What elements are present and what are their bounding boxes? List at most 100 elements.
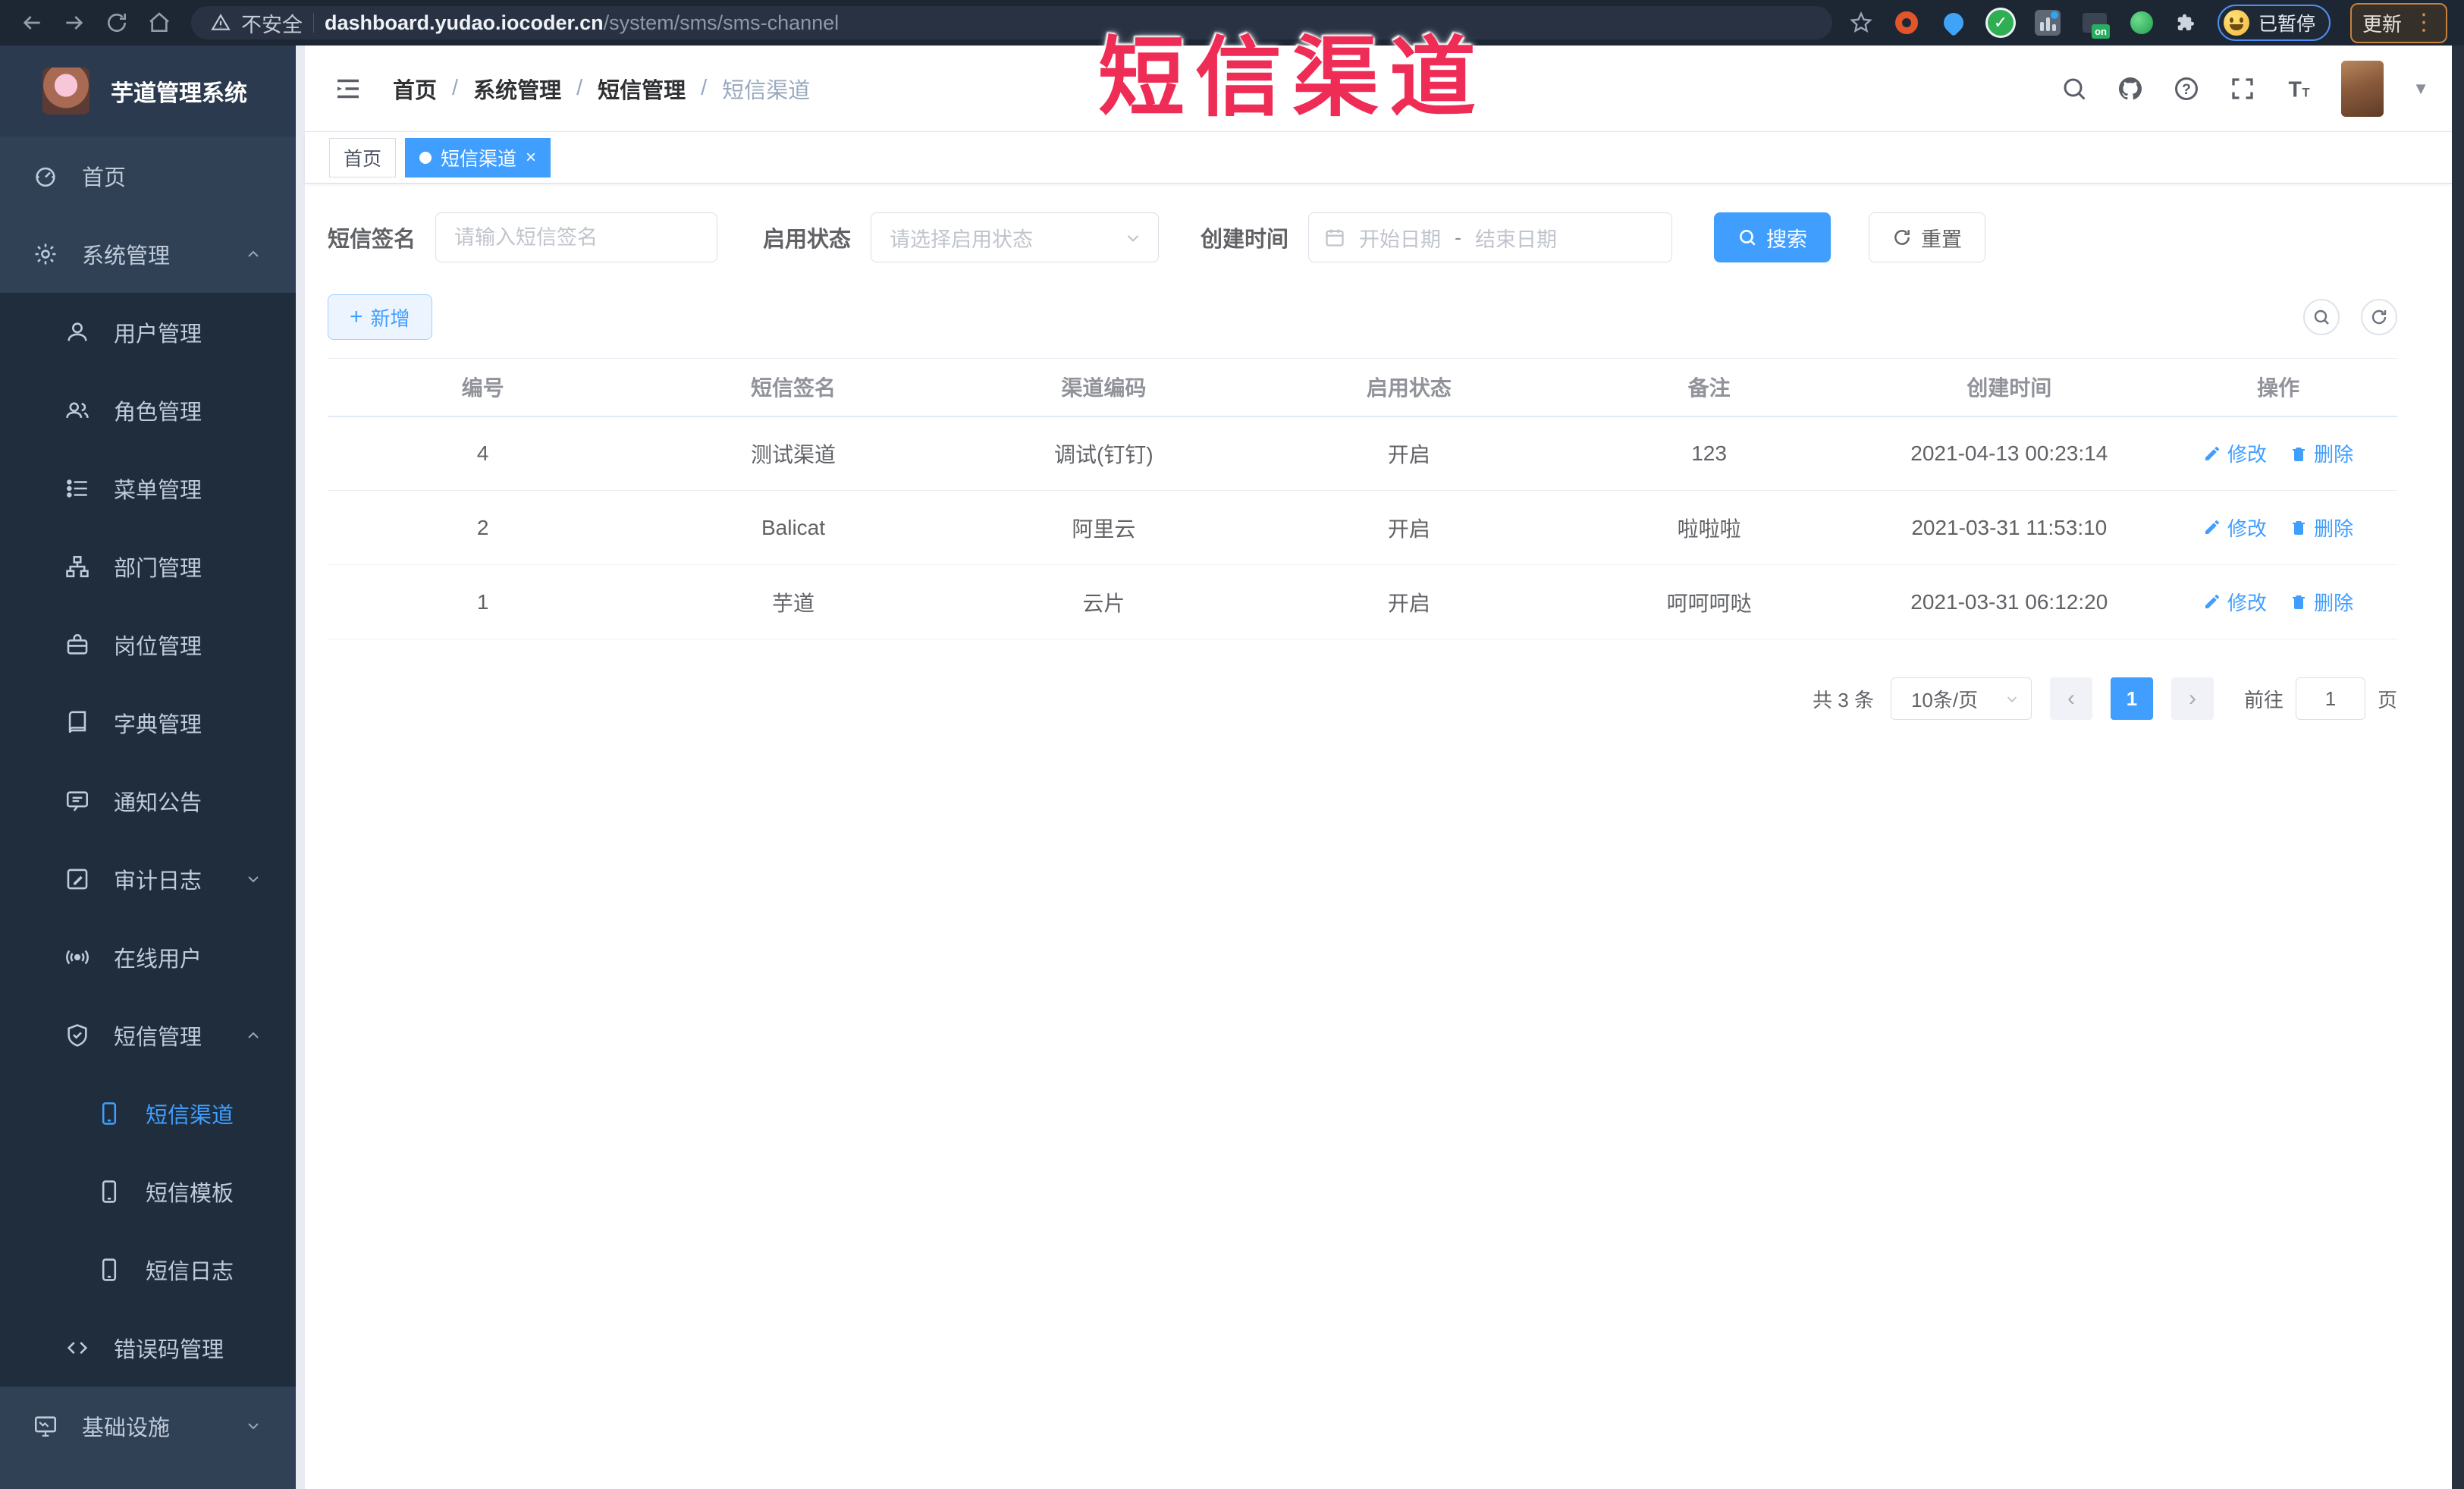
sidebar-item-sms-template[interactable]: 短信模板 — [0, 1152, 296, 1230]
table-cell: 开启 — [1259, 490, 1559, 565]
bookmark-star-icon[interactable] — [1849, 11, 1873, 35]
delete-row-button[interactable]: 删除 — [2290, 439, 2353, 467]
table-cell: 1 — [328, 564, 639, 639]
extensions-puzzle-icon[interactable] — [2175, 11, 2198, 34]
header-search-icon[interactable] — [2061, 75, 2088, 102]
address-bar[interactable]: 不安全 dashboard.yudao.iocoder.cn/system/sm… — [191, 6, 1832, 39]
browser-scrollbar[interactable] — [2452, 46, 2464, 1489]
sidebar-item-sms-channel[interactable]: 短信渠道 — [0, 1074, 296, 1152]
sidebar-item-online-users[interactable]: 在线用户 — [0, 918, 296, 996]
sidebar-scrollbar[interactable] — [296, 46, 305, 1489]
goto-page-input[interactable] — [2295, 677, 2365, 720]
search-button[interactable]: 搜索 — [1714, 212, 1832, 262]
next-page-button[interactable]: › — [2171, 677, 2214, 720]
tab-短信渠道[interactable]: 短信渠道 × — [405, 137, 551, 177]
sidebar-item-error-codes[interactable]: 错误码管理 — [0, 1308, 296, 1387]
extension-chart-icon[interactable] — [2034, 9, 2061, 36]
table-cell: 开启 — [1259, 416, 1559, 491]
sidebar-item-roles[interactable]: 角色管理 — [0, 371, 296, 449]
range-separator: - — [1455, 225, 1462, 249]
profile-paused-badge[interactable]: 已暂停 — [2217, 5, 2331, 41]
extension-proxy-on-icon[interactable]: on — [2081, 9, 2110, 39]
status-select[interactable]: 请选择启用状态 — [871, 212, 1160, 262]
extension-green-icon[interactable] — [2128, 9, 2155, 36]
browser-home-icon[interactable] — [138, 6, 180, 39]
active-tab-dot — [419, 151, 432, 164]
chevron-down-icon — [244, 1417, 262, 1435]
date-range-picker[interactable]: 开始日期 - 结束日期 — [1308, 212, 1673, 262]
kebab-menu-icon[interactable]: ⋮ — [2412, 11, 2435, 34]
sidebar-item-label: 岗位管理 — [114, 634, 202, 659]
sidebar-item-label: 短信模板 — [146, 1181, 234, 1206]
app-logo-row[interactable]: 芋道管理系统 — [0, 46, 296, 137]
table-cell: 4 — [328, 416, 639, 491]
table-cell: 2021-03-31 11:53:10 — [1859, 490, 2160, 565]
fullscreen-icon[interactable] — [2229, 75, 2256, 102]
tab-label: 首页 — [344, 148, 382, 170]
sidebar-item-users[interactable]: 用户管理 — [0, 293, 296, 371]
github-icon[interactable] — [2117, 75, 2144, 102]
breadcrumb-item[interactable]: 系统管理 — [473, 73, 561, 105]
prev-page-button[interactable]: ‹ — [2049, 677, 2092, 720]
table-cell-actions: 修改 删除 — [2159, 416, 2397, 491]
url-host: dashboard.yudao.iocoder.cn — [325, 11, 604, 34]
sidebar-item-label: 基础设施 — [82, 1415, 171, 1440]
user-avatar[interactable] — [2341, 60, 2384, 117]
sidebar-item-label: 用户管理 — [114, 322, 202, 347]
page-number-button[interactable]: 1 — [2110, 677, 2153, 720]
help-question-icon[interactable]: ? — [2173, 75, 2200, 102]
table-cell: 呵呵呵哒 — [1558, 564, 1860, 639]
insecure-warning-icon[interactable] — [211, 13, 231, 33]
show-search-toggle-button[interactable] — [2303, 299, 2340, 335]
sidebar-item-infrastructure[interactable]: 基础设施 — [0, 1387, 296, 1465]
breadcrumb-item[interactable]: 首页 — [393, 73, 437, 105]
sidebar-item-depts[interactable]: 部门管理 — [0, 527, 296, 605]
sidebar-item-menus[interactable]: 菜单管理 — [0, 449, 296, 527]
extension-orange-ring-icon[interactable] — [1893, 9, 1920, 36]
sidebar-item-notices[interactable]: 通知公告 — [0, 762, 296, 840]
refresh-table-button[interactable] — [2361, 299, 2397, 335]
sidebar-item-audit-logs[interactable]: 审计日志 — [0, 840, 296, 918]
browser-extensions-area: ✓ on 已暂停 更新 ⋮ — [1849, 2, 2453, 43]
close-icon[interactable]: × — [526, 147, 536, 168]
page-size-select[interactable]: 10条/页 — [1890, 677, 2032, 720]
sidebar-toggle-icon[interactable] — [332, 73, 364, 105]
delete-row-button[interactable]: 删除 — [2290, 514, 2353, 542]
chevron-down-icon[interactable]: ▼ — [2412, 79, 2429, 99]
url-divider — [313, 13, 314, 33]
delete-row-button[interactable]: 删除 — [2290, 588, 2353, 616]
sidebar-item-system[interactable]: 系统管理 — [0, 215, 296, 293]
table-row: 4 测试渠道 调试(钉钉) 开启 123 2021-04-13 00:23:14 修改 删除 — [328, 416, 2397, 491]
edit-row-button[interactable]: 修改 — [2203, 588, 2267, 616]
add-button[interactable]: + 新增 — [328, 294, 432, 340]
browser-reload-icon[interactable] — [96, 6, 138, 39]
sidebar-item-home[interactable]: 首页 — [0, 137, 296, 215]
column-header: 启用状态 — [1259, 358, 1559, 417]
breadcrumb-separator: / — [701, 76, 708, 100]
refresh-icon — [1894, 230, 1910, 245]
table-cell: 云片 — [948, 564, 1260, 639]
browser-update-button[interactable]: 更新 ⋮ — [2349, 2, 2447, 43]
sidebar-item-sms-log[interactable]: 短信日志 — [0, 1230, 296, 1308]
tab-首页[interactable]: 首页 — [329, 137, 397, 177]
sign-input[interactable] — [435, 212, 718, 262]
tab-label: 短信渠道 — [441, 148, 517, 170]
menu-list-icon — [64, 475, 91, 502]
reset-button[interactable]: 重置 — [1869, 212, 1986, 262]
extension-blue-drop-icon[interactable] — [1939, 8, 1968, 37]
gear-icon — [32, 240, 59, 268]
svg-text:T: T — [2289, 77, 2302, 102]
edit-row-button[interactable]: 修改 — [2203, 439, 2267, 467]
table-cell: 2021-04-13 00:23:14 — [1859, 416, 2160, 491]
breadcrumb-item[interactable]: 短信管理 — [598, 73, 686, 105]
browser-back-icon[interactable] — [11, 6, 53, 39]
edit-row-button[interactable]: 修改 — [2203, 514, 2267, 542]
sidebar-item-posts[interactable]: 岗位管理 — [0, 605, 296, 683]
sidebar-item-dicts[interactable]: 字典管理 — [0, 683, 296, 762]
phone-icon — [96, 1100, 123, 1127]
browser-forward-icon[interactable] — [53, 6, 96, 39]
sidebar-item-label: 短信管理 — [114, 1025, 202, 1050]
extension-green-check-icon[interactable]: ✓ — [1987, 9, 2014, 36]
font-size-icon[interactable]: TT — [2285, 75, 2312, 102]
sidebar-item-sms[interactable]: 短信管理 — [0, 996, 296, 1074]
